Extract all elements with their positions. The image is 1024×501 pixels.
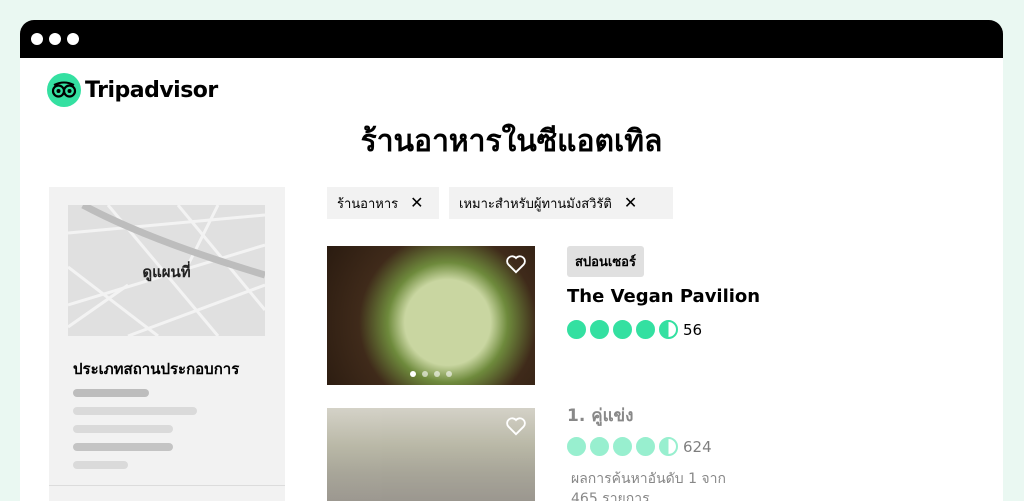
filter-option-placeholder[interactable] — [73, 443, 173, 451]
filter-chip-restaurants[interactable]: ร้านอาหาร ✕ — [327, 187, 439, 219]
carousel-dots[interactable] — [327, 371, 535, 377]
rating-bubble-half — [659, 437, 678, 456]
rating-bubble-full — [590, 320, 609, 339]
rating-bubble-full — [636, 320, 655, 339]
rating-bubble-full — [567, 437, 586, 456]
rating-bubble-full — [567, 320, 586, 339]
rating-bubbles: 56 — [567, 320, 702, 339]
filter-chip-label: ร้านอาหาร — [337, 196, 399, 212]
sponsored-badge: สปอนเซอร์ — [567, 246, 644, 277]
review-count[interactable]: 56 — [683, 321, 702, 339]
filter-option-placeholder[interactable] — [73, 389, 149, 397]
window-maximize-dot[interactable] — [67, 33, 79, 45]
carousel-dot[interactable] — [422, 371, 428, 377]
filter-chip-label: เหมาะสำหรับผู้ทานมังสวิรัติ — [459, 196, 612, 212]
rating-bubble-full — [613, 437, 632, 456]
filter-chip-vegetarian[interactable]: เหมาะสำหรับผู้ทานมังสวิรัติ ✕ — [449, 187, 673, 219]
browser-window: Tripadvisor ร้านอาหารในซีแอตเทิล ดูแผนที… — [20, 20, 1003, 501]
listing-photo[interactable] — [327, 246, 535, 385]
rating-bubble-half — [659, 320, 678, 339]
listing-name[interactable]: The Vegan Pavilion — [567, 286, 760, 307]
filter-option-placeholder[interactable] — [73, 407, 197, 415]
window-minimize-dot[interactable] — [49, 33, 61, 45]
sidebar-divider — [49, 485, 285, 486]
rating-bubble-full — [636, 437, 655, 456]
close-icon[interactable]: ✕ — [410, 195, 423, 211]
filter-option-placeholder[interactable] — [73, 461, 128, 469]
rating-bubbles: 624 — [567, 437, 712, 456]
rating-bubble-full — [613, 320, 632, 339]
establishment-type-heading: ประเภทสถานประกอบการ — [73, 360, 240, 378]
carousel-dot[interactable] — [434, 371, 440, 377]
window-titlebar — [20, 20, 1003, 58]
filter-option-placeholder[interactable] — [73, 425, 173, 433]
tripadvisor-logo[interactable]: Tripadvisor — [47, 73, 218, 107]
sidebar: ดูแผนที่ ประเภทสถานประกอบการ — [49, 187, 285, 501]
owl-eyes-icon — [47, 73, 81, 107]
window-close-dot[interactable] — [31, 33, 43, 45]
listing-photo[interactable] — [327, 408, 535, 501]
page-title: ร้านอาหารในซีแอตเทิล — [360, 124, 663, 159]
heart-icon[interactable] — [505, 254, 527, 274]
carousel-dot[interactable] — [410, 371, 416, 377]
map-preview[interactable]: ดูแผนที่ — [68, 205, 265, 336]
carousel-dot[interactable] — [446, 371, 452, 377]
view-map-label: ดูแผนที่ — [142, 263, 191, 281]
close-icon[interactable]: ✕ — [624, 195, 637, 211]
brand-name: Tripadvisor — [85, 77, 218, 103]
rating-bubble-full — [590, 437, 609, 456]
heart-icon[interactable] — [505, 416, 527, 436]
result-rank-text: ผลการค้นหาอันดับ 1 จาก 465 รายการ — [571, 471, 726, 501]
review-count[interactable]: 624 — [683, 438, 712, 456]
listing-name[interactable]: 1. คู่แข่ง — [567, 402, 633, 429]
